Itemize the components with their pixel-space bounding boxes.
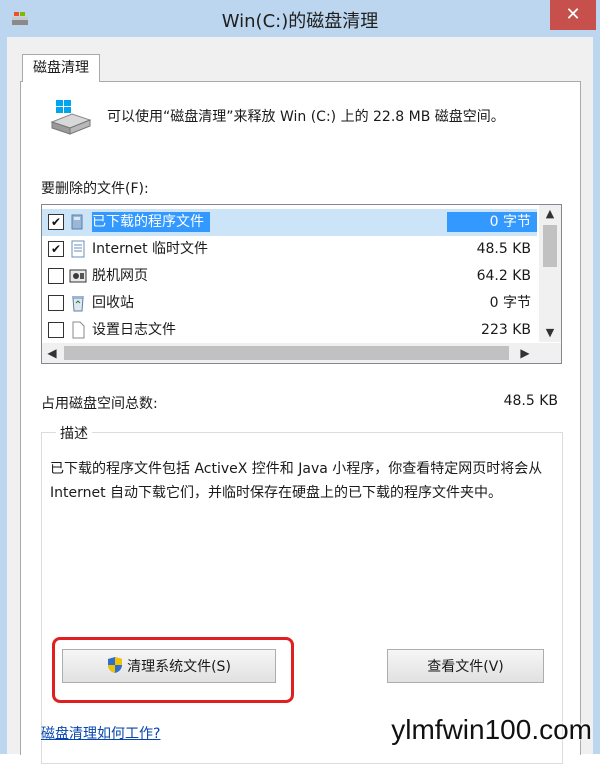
total-space-label: 占用磁盘空间总数: bbox=[41, 396, 158, 412]
scroll-up-icon[interactable]: ▲ bbox=[539, 205, 561, 223]
window-title: Win(C:)的磁盘清理 bbox=[221, 11, 379, 32]
file-size: 64.2 KB bbox=[476, 268, 531, 284]
scroll-down-icon[interactable]: ▼ bbox=[539, 324, 561, 342]
tab-panel: 可以使用“磁盘清理”来释放 Win (C:) 上的 22.8 MB 磁盘空间。 … bbox=[20, 81, 581, 764]
view-files-button[interactable]: 查看文件(V) bbox=[387, 649, 544, 683]
folder-icon bbox=[71, 214, 83, 230]
description-title: 描述 bbox=[56, 423, 92, 443]
horizontal-scrollbar[interactable]: ◀ ▶ bbox=[42, 343, 561, 363]
list-item[interactable]: 回收站 0 字节 bbox=[42, 290, 537, 317]
description-text: 已下载的程序文件包括 ActiveX 控件和 Java 小程序，你查看特定网页时… bbox=[50, 461, 543, 501]
check-icon: ✔ bbox=[50, 242, 62, 256]
vertical-scroll-thumb[interactable] bbox=[543, 225, 557, 267]
list-item[interactable]: 脱机网页 64.2 KB bbox=[42, 263, 537, 290]
list-item[interactable]: ✔ Internet 临时文件 48.5 KB bbox=[42, 236, 537, 263]
checkbox[interactable]: ✔ bbox=[48, 241, 64, 257]
file-name: 脱机网页 bbox=[92, 268, 148, 284]
list-item[interactable]: ✔ 已下载的程序文件 0 字节 bbox=[42, 209, 537, 236]
check-icon: ✔ bbox=[50, 215, 62, 229]
file-size: 223 KB bbox=[481, 322, 531, 338]
file-name: 已下载的程序文件 bbox=[92, 212, 210, 232]
tab-disk-cleanup[interactable]: 磁盘清理 bbox=[22, 54, 100, 82]
vertical-scrollbar[interactable]: ▲ ▼ bbox=[539, 205, 561, 342]
file-name: Internet 临时文件 bbox=[92, 241, 209, 257]
list-item[interactable]: 设置日志文件 223 KB bbox=[42, 317, 537, 344]
scroll-left-icon[interactable]: ◀ bbox=[42, 343, 62, 363]
document-icon bbox=[71, 240, 85, 258]
checkbox[interactable] bbox=[48, 295, 64, 311]
watermark: ylmfwin100.com bbox=[391, 714, 592, 745]
highlight-ring bbox=[52, 637, 294, 703]
hard-drive-icon bbox=[50, 100, 92, 135]
blank-file-icon bbox=[72, 321, 85, 339]
checkbox[interactable] bbox=[48, 322, 64, 338]
disk-cleanup-window: Win(C:)的磁盘清理 ✕ 磁盘清理 可以使用“磁盘清理”来释放 Win (C… bbox=[0, 0, 600, 764]
file-name: 设置日志文件 bbox=[92, 322, 176, 338]
help-link[interactable]: 磁盘清理如何工作? bbox=[41, 723, 160, 743]
files-to-delete-list[interactable]: ✔ 已下载的程序文件 0 字节 ✔ Internet 临时文件 48.5 KB … bbox=[41, 204, 562, 364]
total-space-value: 48.5 KB bbox=[503, 393, 558, 409]
file-size: 0 字节 bbox=[447, 212, 537, 232]
recycle-bin-icon bbox=[72, 296, 84, 312]
file-size: 48.5 KB bbox=[476, 241, 531, 257]
file-size: 0 字节 bbox=[489, 295, 531, 311]
scroll-right-icon[interactable]: ▶ bbox=[515, 343, 535, 363]
close-button[interactable]: ✕ bbox=[550, 0, 596, 30]
offline-page-icon bbox=[69, 269, 87, 283]
horizontal-scroll-thumb[interactable] bbox=[64, 346, 509, 360]
checkbox[interactable] bbox=[48, 268, 64, 284]
dialog-client-area: 磁盘清理 可以使用“磁盘清理”来释放 Win (C:) 上的 22.8 MB 磁… bbox=[7, 37, 593, 764]
space-summary-text: 可以使用“磁盘清理”来释放 Win (C:) 上的 22.8 MB 磁盘空间。 bbox=[107, 109, 505, 125]
files-to-delete-label: 要删除的文件(F): bbox=[41, 181, 149, 197]
checkbox[interactable]: ✔ bbox=[48, 214, 64, 230]
title-bar[interactable]: Win(C:)的磁盘清理 ✕ bbox=[0, 0, 600, 38]
file-name: 回收站 bbox=[92, 295, 134, 311]
close-icon: ✕ bbox=[565, 4, 581, 25]
